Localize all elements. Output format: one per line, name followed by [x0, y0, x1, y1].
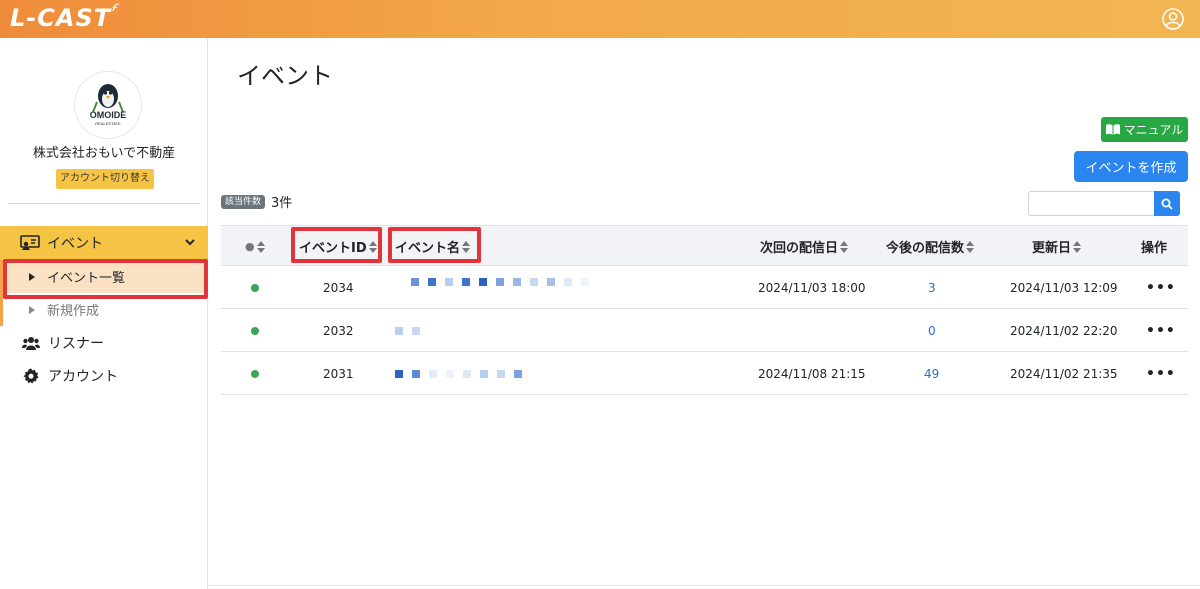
col-updated[interactable]: 更新日 [1032, 226, 1082, 267]
sort-icon [966, 240, 975, 253]
table-row[interactable]: 2031 2024/11/08 21:15 49 2024/11/02 21:3… [221, 352, 1188, 395]
more-actions-icon[interactable]: ••• [1146, 266, 1176, 309]
switch-account-button[interactable]: アカウント切り替え [56, 169, 154, 189]
table-row[interactable]: 2034 2024/11/03 18:00 3 2024/11/03 12:09… [221, 266, 1188, 309]
updated-date: 2024/11/03 12:09 [1010, 280, 1118, 295]
sort-icon [256, 240, 265, 253]
sort-icon [1073, 240, 1082, 253]
sidebar-item-event-list-label: イベント一覧 [47, 271, 126, 286]
sidebar-divider [8, 203, 200, 204]
sidebar-item-listener-label: リスナー [48, 335, 104, 352]
search-icon [1161, 198, 1173, 210]
next-date: 2024/11/08 21:15 [758, 366, 866, 381]
event-id: 2031 [323, 366, 354, 381]
event-icon [20, 235, 40, 250]
company-name: 株式会社おもいで不動産 [32, 146, 176, 161]
top-header: L-CAST [0, 0, 1200, 38]
gear-icon [23, 368, 39, 383]
caret-right-icon [29, 272, 35, 281]
table-header: ● イベントID イベント名 次回の配信日 今後の配信数 更新日 操作 [221, 225, 1188, 266]
svg-text:REALESTATE: REALESTATE [95, 121, 121, 126]
sidebar-item-event-list[interactable]: イベント一覧 [0, 260, 208, 293]
more-actions-icon[interactable]: ••• [1146, 309, 1176, 352]
svg-text:OMOIDE: OMOIDE [90, 110, 127, 120]
col-next-date[interactable]: 次回の配信日 [760, 226, 849, 267]
col-actions: 操作 [1141, 241, 1168, 256]
sidebar-item-listener[interactable]: リスナー [0, 326, 208, 359]
page-title: イベント [237, 62, 333, 90]
search-input[interactable] [1028, 191, 1154, 216]
sidebar-item-event-new-label: 新規作成 [47, 304, 100, 319]
col-upcoming[interactable]: 今後の配信数 [886, 226, 975, 267]
signal-icon [112, 3, 120, 12]
updated-date: 2024/11/02 21:35 [1010, 366, 1118, 381]
event-name-redacted[interactable] [395, 352, 531, 395]
status-dot [251, 309, 259, 352]
book-icon [1105, 124, 1120, 135]
company-avatar: OMOIDE REALESTATE [75, 72, 141, 138]
page-bottom-divider [208, 585, 1200, 586]
app-logo[interactable]: L-CAST [10, 3, 120, 33]
sidebar-item-account-label: アカウント [48, 368, 118, 385]
chevron-down-icon [185, 239, 195, 246]
manual-button-label: マニュアル [1123, 123, 1184, 137]
users-icon [22, 336, 40, 350]
manual-button[interactable]: マニュアル [1101, 117, 1188, 142]
search-button[interactable] [1154, 191, 1180, 216]
caret-right-icon [29, 305, 35, 314]
events-table: ● イベントID イベント名 次回の配信日 今後の配信数 更新日 操作 2034… [221, 225, 1188, 395]
penguin-logo-icon: OMOIDE REALESTATE [75, 72, 141, 138]
status-dot [251, 266, 259, 309]
sidebar-item-event[interactable]: イベント [0, 226, 208, 260]
upcoming-count-link[interactable]: 3 [928, 266, 936, 309]
table-row[interactable]: 2032 0 2024/11/02 22:20 ••• [221, 309, 1188, 352]
logo-text: L-CAST [10, 4, 112, 32]
event-id: 2034 [323, 280, 354, 295]
sort-icon [368, 240, 377, 253]
count-badge: 該当件数 [221, 195, 266, 209]
create-event-button[interactable]: イベントを作成 [1074, 151, 1188, 182]
result-count: 3件 [271, 196, 293, 211]
status-dot [251, 352, 259, 395]
sidebar-item-event-label: イベント [47, 236, 103, 252]
sidebar-item-account[interactable]: アカウント [0, 359, 208, 392]
col-status[interactable]: ● [245, 226, 265, 267]
sort-icon [840, 240, 849, 253]
sort-icon [462, 240, 471, 253]
sidebar-item-event-new[interactable]: 新規作成 [0, 293, 208, 326]
sidebar: OMOIDE REALESTATE 株式会社おもいで不動産 アカウント切り替え … [0, 38, 208, 589]
col-event-id[interactable]: イベントID [299, 226, 377, 267]
upcoming-count-link[interactable]: 49 [924, 352, 939, 395]
user-profile-icon[interactable] [1162, 8, 1184, 30]
event-name-redacted[interactable] [411, 260, 598, 303]
event-id: 2032 [323, 323, 354, 338]
more-actions-icon[interactable]: ••• [1146, 352, 1176, 395]
updated-date: 2024/11/02 22:20 [1010, 323, 1118, 338]
upcoming-count-link[interactable]: 0 [928, 309, 936, 352]
next-date: 2024/11/03 18:00 [758, 280, 866, 295]
event-name-redacted[interactable] [395, 309, 429, 352]
